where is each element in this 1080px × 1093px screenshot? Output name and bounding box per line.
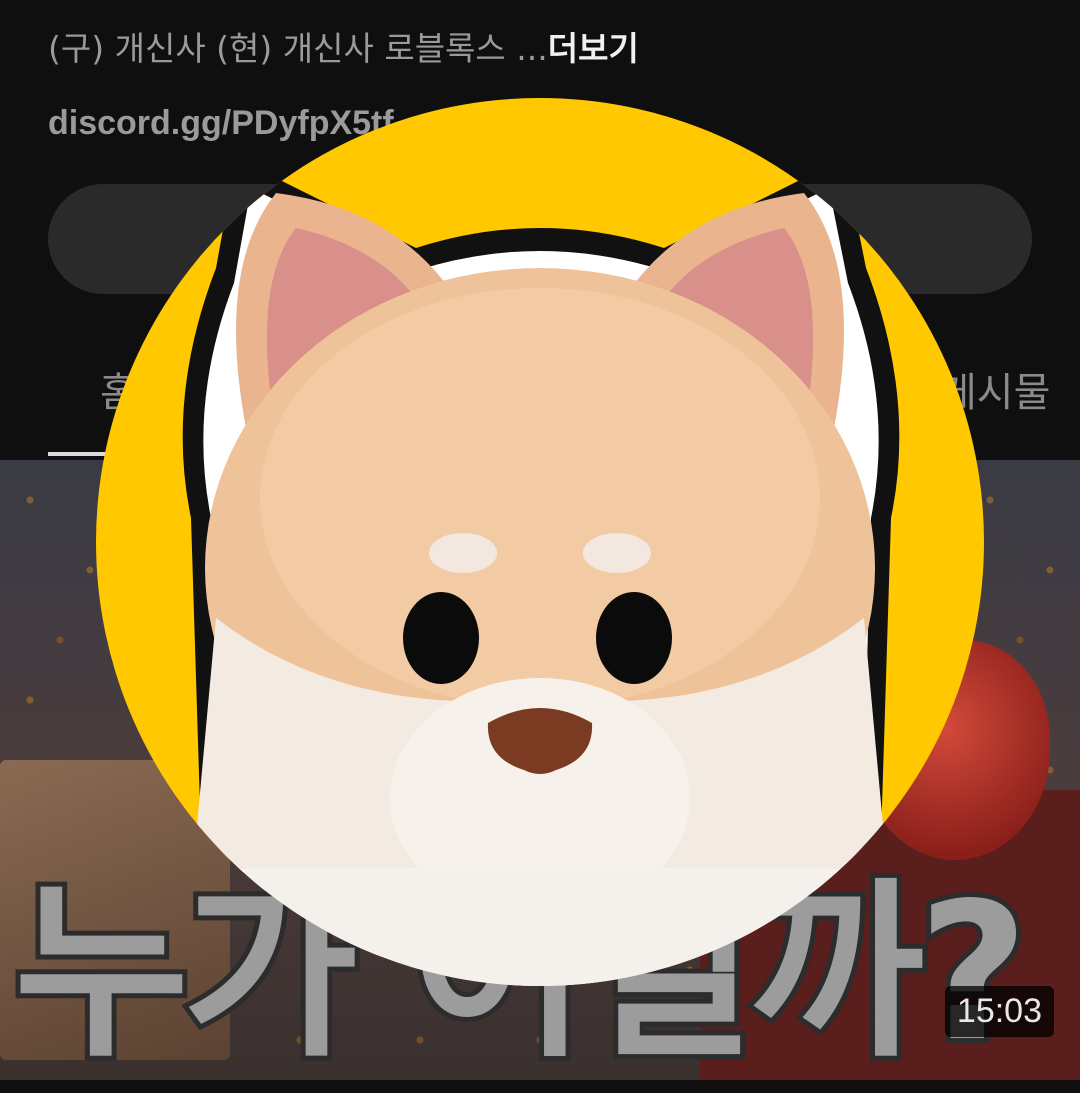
channel-link[interactable]: discord.gg/PDyfpX5tf bbox=[48, 104, 394, 143]
more-button[interactable]: 더보기 bbox=[548, 29, 639, 68]
description-text: (구) 개신사 (현) 개신사 로블록스 ... bbox=[48, 29, 548, 68]
shiba-dog-avatar-image bbox=[96, 98, 984, 986]
channel-avatar[interactable] bbox=[96, 98, 984, 986]
video-duration-badge: 15:03 bbox=[944, 986, 1054, 1037]
channel-description[interactable]: (구) 개신사 (현) 개신사 로블록스 ...더보기 bbox=[48, 22, 639, 70]
